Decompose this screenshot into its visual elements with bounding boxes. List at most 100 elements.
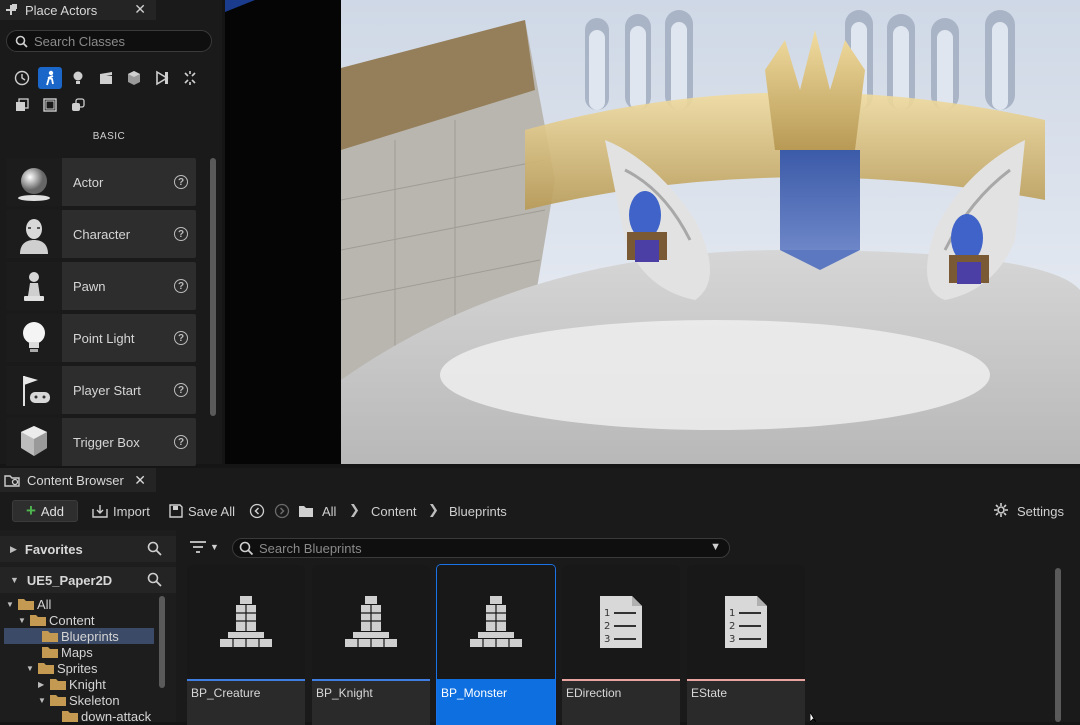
filter-icon [190, 541, 206, 553]
folder-icon [38, 663, 54, 674]
chevron-right-icon: ❯ [428, 502, 439, 517]
breadcrumb-blueprints[interactable]: Blueprints [449, 504, 507, 519]
save-all-label: Save All [188, 503, 235, 519]
breadcrumb-content[interactable]: Content [371, 504, 417, 519]
tree-item-skeleton[interactable]: ▼ Skeleton [38, 692, 120, 708]
tree-item-label: down-attack [81, 708, 152, 724]
tree-scrollbar[interactable] [159, 596, 165, 688]
shapes-icon[interactable] [38, 94, 62, 116]
content-browser-title: Content Browser [27, 472, 124, 488]
favorites-header[interactable]: ▶ Favorites [0, 536, 176, 562]
volumes-icon[interactable] [178, 67, 202, 89]
search-blueprints-input[interactable] [259, 540, 689, 556]
actor-item-label: Pawn [73, 278, 106, 294]
all-classes-icon[interactable] [10, 94, 34, 116]
settings-button[interactable]: Settings [993, 500, 1064, 522]
asset-tile-estate[interactable]: 1 2 3 EState [687, 565, 805, 725]
svg-text:3: 3 [604, 634, 610, 645]
help-icon[interactable]: ? [174, 175, 188, 189]
content-browser-toolbar: + Add Import Save All All ❯ Content ❯ Bl… [0, 496, 1080, 526]
asset-tile-bp-knight[interactable]: BP_Knight [312, 565, 430, 725]
landscape-icon[interactable] [66, 94, 90, 116]
asset-tile-bp-creature[interactable]: BP_Creature [187, 565, 305, 725]
help-icon[interactable]: ? [174, 435, 188, 449]
chevron-down-icon: ▼ [38, 695, 46, 705]
close-icon[interactable]: ✕ [134, 1, 146, 18]
tree-item-sprites[interactable]: ▼ Sprites [26, 660, 97, 676]
geometry-icon[interactable] [150, 67, 174, 89]
import-label: Import [113, 503, 150, 519]
tree-item-label: Sprites [57, 660, 98, 676]
asset-scrollbar[interactable] [1055, 568, 1061, 722]
chevron-down-icon: ▼ [6, 599, 14, 609]
add-label: Add [40, 503, 65, 519]
asset-name: EDirection [566, 686, 622, 700]
import-button[interactable]: Import [92, 500, 150, 522]
folder-icon[interactable] [298, 500, 314, 522]
place-actors-tab[interactable]: Place Actors ✕ [0, 0, 156, 20]
actor-item-player-start[interactable]: Player Start ? [6, 366, 196, 414]
recent-icon[interactable] [10, 67, 34, 89]
folder-icon [50, 695, 66, 706]
actor-item-actor[interactable]: Actor ? [6, 158, 196, 206]
tree-item-maps[interactable]: Maps [30, 644, 93, 660]
blueprint-icon [437, 565, 555, 679]
basic-icon[interactable] [38, 67, 62, 89]
actor-item-trigger-box[interactable]: Trigger Box ? [6, 418, 196, 466]
content-browser-panel: Content Browser ✕ + Add Import Save All … [0, 468, 1080, 725]
actor-list-scrollbar[interactable] [210, 158, 216, 416]
tree-item-label: Skeleton [69, 692, 120, 708]
plus-icon: + [25, 501, 36, 520]
close-icon[interactable]: ✕ [134, 472, 146, 489]
back-icon[interactable] [249, 500, 265, 522]
enum-icon: 1 2 3 [562, 565, 680, 679]
asset-tile-edirection[interactable]: 1 2 3 EDirection [562, 565, 680, 725]
breadcrumb-all[interactable]: All [322, 504, 336, 519]
tree-item-all[interactable]: ▼ All [6, 596, 51, 612]
project-header[interactable]: ▼ UE5_Paper2D [0, 567, 176, 593]
asset-name: EState [691, 686, 728, 700]
help-icon[interactable]: ? [174, 331, 188, 345]
forward-icon[interactable] [274, 500, 290, 522]
tree-item-knight[interactable]: ▶ Knight [38, 676, 106, 692]
actor-item-character[interactable]: Character ? [6, 210, 196, 258]
asset-type-bar [562, 679, 680, 681]
folder-icon [42, 647, 58, 658]
visual-effects-icon[interactable] [122, 67, 146, 89]
import-icon [92, 504, 108, 518]
search-classes-field[interactable] [6, 30, 212, 52]
save-icon [169, 504, 183, 518]
search-icon[interactable] [147, 541, 162, 559]
search-blueprints-field[interactable]: ▼ [232, 538, 730, 558]
actor-item-point-light[interactable]: Point Light ? [6, 314, 196, 362]
player-start-icon [6, 366, 62, 414]
content-browser-icon [4, 473, 20, 487]
actor-item-label: Point Light [73, 330, 135, 346]
cinematic-icon[interactable] [94, 67, 118, 89]
svg-text:3: 3 [729, 634, 735, 645]
actor-item-label: Actor [73, 174, 104, 190]
level-viewport[interactable] [225, 0, 1080, 464]
chevron-down-icon[interactable]: ▼ [710, 541, 721, 553]
search-classes-input[interactable] [34, 33, 204, 49]
folder-icon [30, 615, 46, 626]
actor-item-pawn[interactable]: Pawn ? [6, 262, 196, 310]
lights-icon[interactable] [66, 67, 90, 89]
place-actors-title: Place Actors [25, 2, 98, 18]
add-button[interactable]: + Add [12, 500, 78, 522]
help-icon[interactable]: ? [174, 383, 188, 397]
filter-button[interactable]: ▼ [190, 541, 219, 553]
asset-tile-bp-monster[interactable]: BP_Monster [436, 564, 556, 725]
tree-item-label: Blueprints [61, 628, 119, 644]
tree-item-label: All [37, 596, 52, 612]
tree-item-blueprints[interactable]: Blueprints [30, 628, 119, 644]
help-icon[interactable]: ? [174, 279, 188, 293]
content-browser-tab[interactable]: Content Browser ✕ [0, 468, 156, 492]
search-icon[interactable] [147, 572, 162, 590]
svg-text:2: 2 [729, 621, 735, 632]
help-icon[interactable]: ? [174, 227, 188, 241]
save-all-button[interactable]: Save All [169, 500, 235, 522]
tree-item-content[interactable]: ▼ Content [18, 612, 95, 628]
svg-text:1: 1 [604, 608, 610, 619]
asset-type-bar [687, 679, 805, 681]
